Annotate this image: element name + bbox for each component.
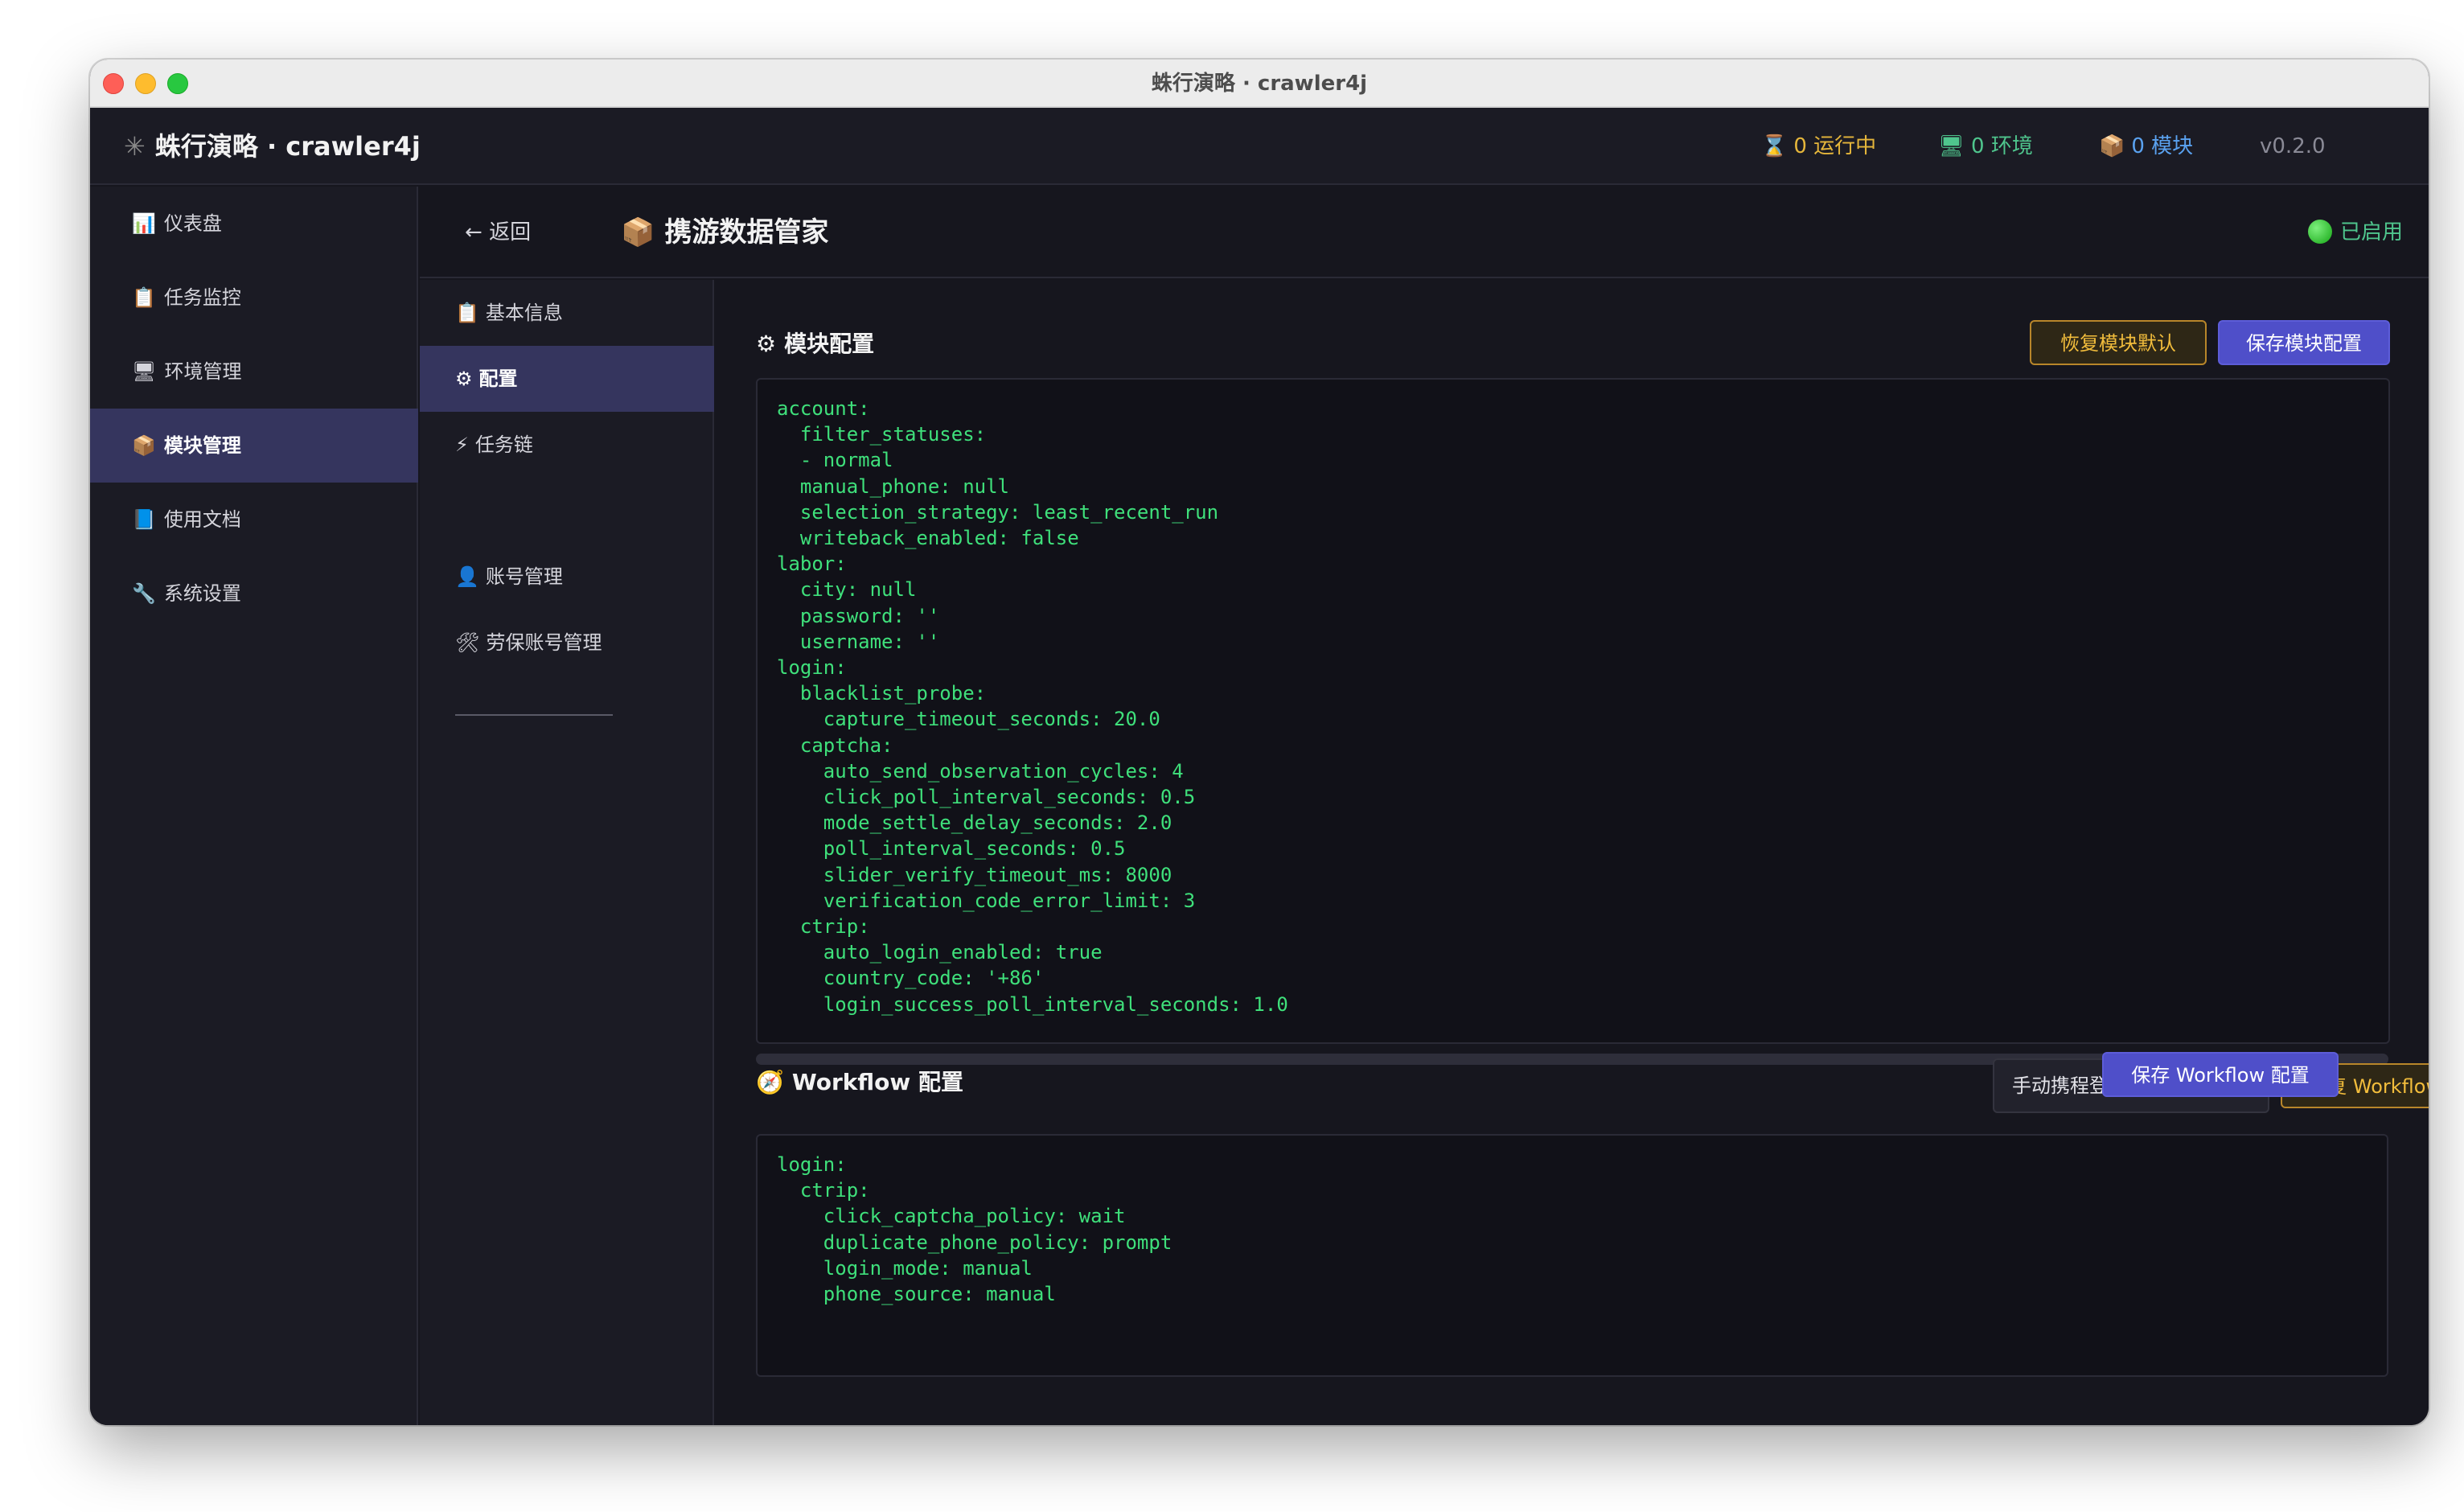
sidebar-item-task-monitor[interactable]: 📋 任务监控 xyxy=(90,261,418,335)
workflow-config-title: 🧭 Workflow 配置 xyxy=(756,1058,963,1107)
monitor-icon: 🖥 xyxy=(1938,134,1965,158)
spider-icon: ✳ xyxy=(124,131,146,162)
sidebar-item-label: 模块管理 xyxy=(163,434,241,457)
version-label: v0.2.0 xyxy=(2260,134,2326,158)
sidebar-item-label: 系统设置 xyxy=(163,582,241,605)
environments-stat[interactable]: 🖥 0 环境 xyxy=(1938,108,2033,185)
subnav-divider xyxy=(455,714,613,716)
package-icon: 📦 xyxy=(132,434,156,457)
package-icon: 📦 xyxy=(2099,134,2125,158)
tab-basic-info[interactable]: 📋 基本信息 xyxy=(420,280,714,346)
tab-config[interactable]: ⚙ 配置 xyxy=(420,346,714,412)
sidebar-item-label: 使用文档 xyxy=(163,508,241,531)
brand: ✳ 蛛行演略 · crawler4j xyxy=(124,108,421,185)
tab-label: 账号管理 xyxy=(485,565,563,588)
page-title-text: 携游数据管家 xyxy=(664,216,829,249)
save-workflow-config-button[interactable]: 保存 Workflow 配置 xyxy=(2102,1052,2339,1097)
sidebar-item-label: 仪表盘 xyxy=(163,212,222,235)
sidebar-item-label: 任务监控 xyxy=(163,286,241,309)
tab-labor-accounts[interactable]: 🛠 劳保账号管理 xyxy=(420,610,714,676)
lightning-icon: ⚡ xyxy=(455,433,469,456)
tab-label: 基本信息 xyxy=(485,302,563,324)
window-title: 蛛行演略 · crawler4j xyxy=(1151,72,1368,96)
compass-icon: 🧭 xyxy=(756,1069,784,1095)
modules-label: 0 模块 xyxy=(2131,134,2194,158)
sidebar-item-settings[interactable]: 🔧 系统设置 xyxy=(90,557,418,631)
sidebar: 📊 仪表盘 📋 任务监控 🖥 环境管理 📦 模块管理 📘 使用文档 🔧 系统设置 xyxy=(90,187,418,1425)
status-badge: 已启用 xyxy=(2307,187,2403,278)
sidebar-item-environments[interactable]: 🖥 环境管理 xyxy=(90,335,418,409)
module-config-title-text: 模块配置 xyxy=(784,331,875,357)
app-header: ✳ 蛛行演略 · crawler4j ⌛ 0 运行中 🖥 0 环境 📦 0 模块 v0.… xyxy=(90,108,2429,185)
tools-icon: 🛠 xyxy=(455,631,480,654)
running-tasks-stat[interactable]: ⌛ 0 运行中 xyxy=(1761,108,1876,185)
module-config-editor[interactable]: account: filter_statuses: - normal manua… xyxy=(756,378,2390,1044)
modules-stat[interactable]: 📦 0 模块 xyxy=(2099,108,2193,185)
tab-label: 配置 xyxy=(478,368,518,390)
back-label: 返回 xyxy=(489,220,532,244)
workflow-config-editor[interactable]: login: ctrip: click_captcha_policy: wait… xyxy=(756,1134,2388,1377)
bar-chart-icon: 📊 xyxy=(132,212,156,235)
workflow-config-title-text: Workflow 配置 xyxy=(791,1069,964,1095)
running-tasks-label: 0 运行中 xyxy=(1793,134,1877,158)
clipboard-icon: 📋 xyxy=(455,302,479,324)
back-button[interactable]: ← 返回 xyxy=(465,187,531,278)
page-title: 📦 携游数据管家 xyxy=(621,187,828,278)
module-subnav: 📋 基本信息 ⚙ 配置 ⚡ 任务链 👤 账号管理 🛠 劳保账号管理 xyxy=(420,280,714,1425)
sidebar-item-modules[interactable]: 📦 模块管理 xyxy=(90,409,418,483)
book-icon: 📘 xyxy=(132,508,156,531)
tab-task-chain[interactable]: ⚡ 任务链 xyxy=(420,412,714,478)
app-window: 蛛行演略 · crawler4j ✳ 蛛行演略 · crawler4j ⌛ 0 运行… xyxy=(90,60,2429,1425)
user-icon: 👤 xyxy=(455,565,479,588)
save-module-config-button[interactable]: 保存模块配置 xyxy=(2218,320,2390,365)
environments-label: 0 环境 xyxy=(1971,134,2033,158)
wrench-icon: 🔧 xyxy=(132,582,156,605)
module-config-title: ⚙ 模块配置 xyxy=(756,320,874,368)
status-text: 已启用 xyxy=(2339,220,2403,244)
title-bar: 蛛行演略 · crawler4j xyxy=(90,60,2429,108)
arrow-left-icon: ← xyxy=(465,220,483,244)
sidebar-item-dashboard[interactable]: 📊 仪表盘 xyxy=(90,187,418,261)
tab-label: 任务链 xyxy=(474,433,533,456)
page-header: ← 返回 📦 携游数据管家 已启用 xyxy=(420,187,2429,278)
main-panel: ← 返回 📦 携游数据管家 已启用 📋 基本信息 ⚙ 配置 ⚡ 任务链 👤 账号管理 xyxy=(420,187,2429,1425)
sidebar-item-label: 环境管理 xyxy=(164,360,242,383)
reset-module-default-button[interactable]: 恢复模块默认 xyxy=(2030,320,2207,365)
tab-accounts[interactable]: 👤 账号管理 xyxy=(420,544,714,610)
config-content: ⚙ 模块配置 恢复模块默认 保存模块配置 account: filter_stat… xyxy=(714,280,2429,1425)
green-dot-icon xyxy=(2307,219,2332,244)
clipboard-icon: 📋 xyxy=(132,286,156,309)
brand-text: 蛛行演略 · crawler4j xyxy=(154,131,421,162)
monitor-icon: 🖥 xyxy=(132,360,157,383)
tab-label: 劳保账号管理 xyxy=(486,631,602,654)
gear-icon: ⚙ xyxy=(455,368,473,390)
hourglass-icon: ⌛ xyxy=(1761,134,1788,158)
package-icon: 📦 xyxy=(621,216,655,249)
gear-icon: ⚙ xyxy=(756,331,777,357)
sidebar-item-docs[interactable]: 📘 使用文档 xyxy=(90,483,418,557)
